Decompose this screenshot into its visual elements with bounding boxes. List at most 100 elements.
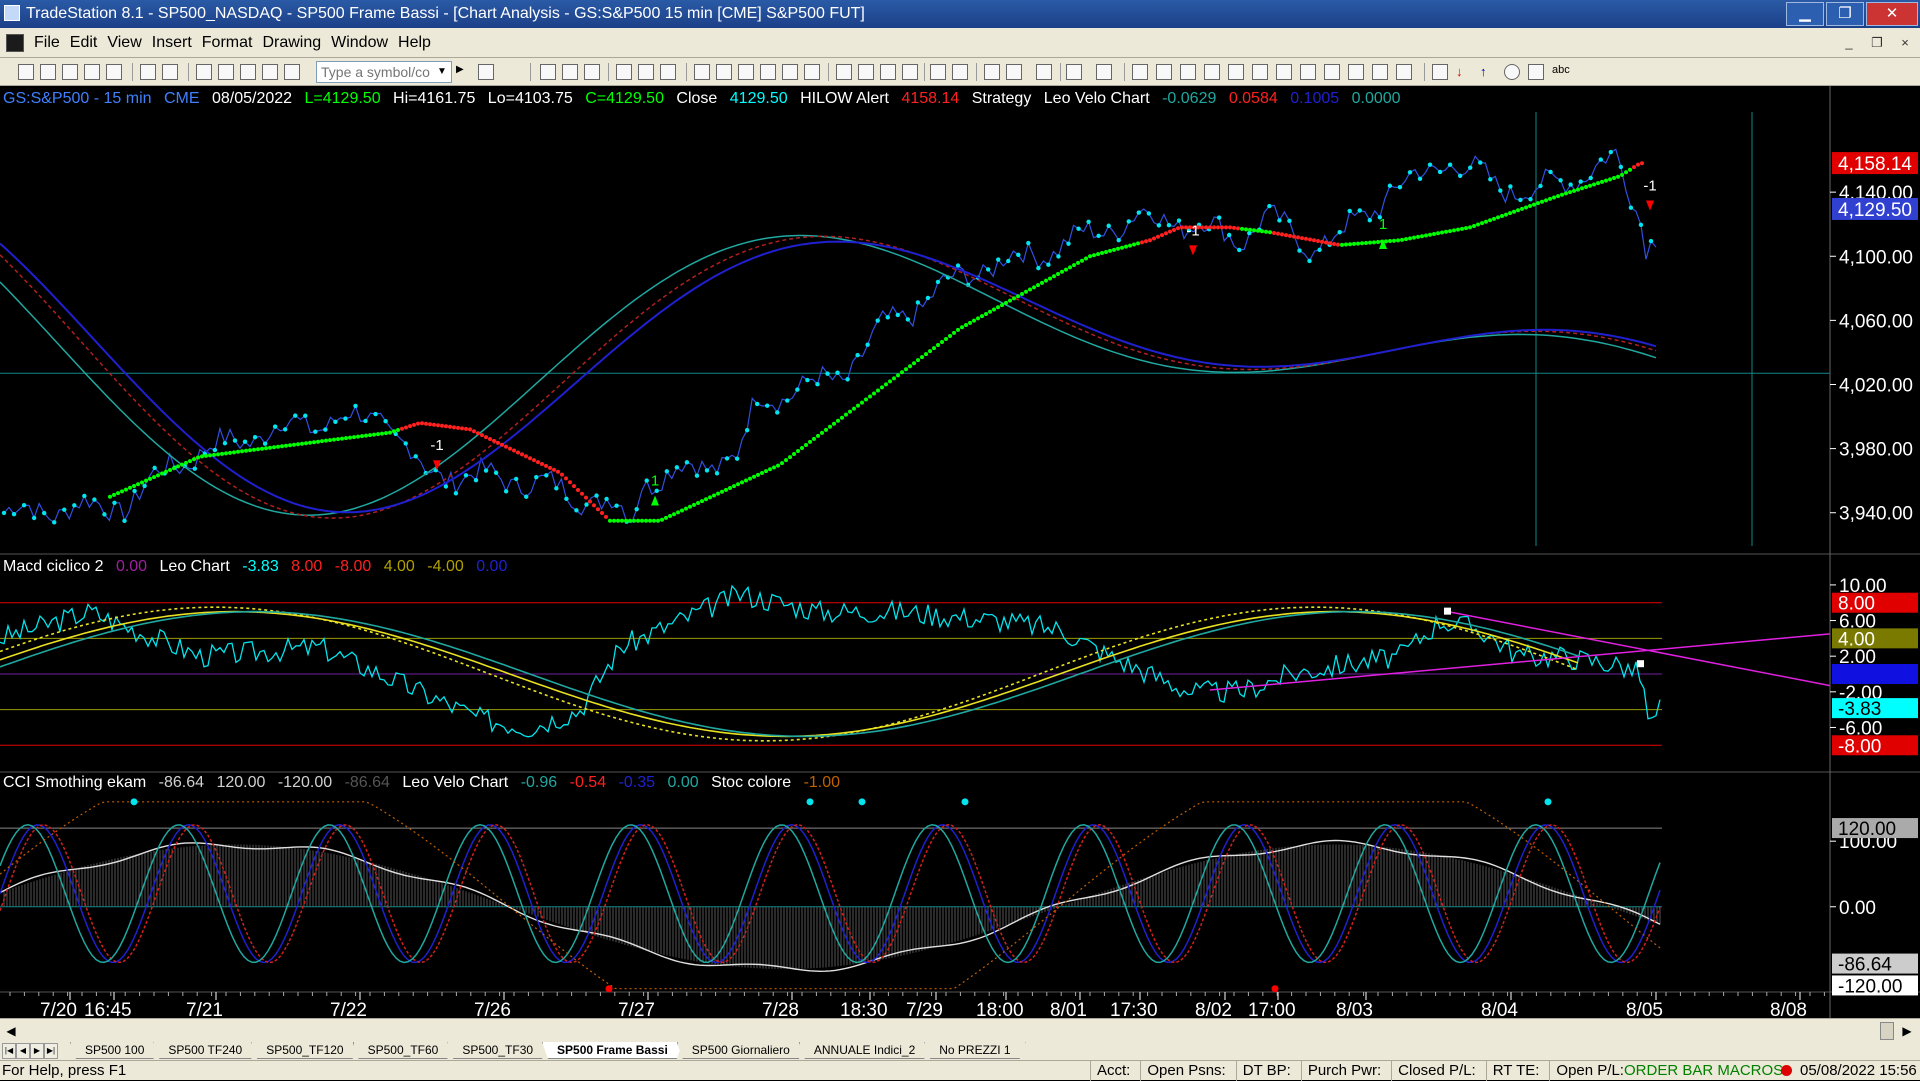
tab-next-icon[interactable]: ▶: [30, 1043, 44, 1059]
ellipse-icon[interactable]: [1504, 64, 1520, 80]
menu-file[interactable]: File: [34, 34, 70, 52]
chart-canvas[interactable]: 4,140.004,100.004,060.004,020.003,980.00…: [0, 86, 1920, 1020]
tab-last-icon[interactable]: ▶|: [44, 1043, 58, 1059]
go-arrow-icon[interactable]: ▶: [456, 64, 472, 80]
chart-icon[interactable]: [262, 64, 278, 80]
line-chart-icon[interactable]: [638, 64, 654, 80]
horizontal-lines-icon[interactable]: [1180, 64, 1196, 80]
bar-spacing-wide-icon[interactable]: [858, 64, 874, 80]
bar-spacing-narrow-icon[interactable]: [836, 64, 852, 80]
settings-icon[interactable]: [1036, 64, 1052, 80]
mdi-close-button[interactable]: ×: [1894, 34, 1916, 52]
scroll-thumb[interactable]: [1880, 1022, 1894, 1040]
window-icon[interactable]: [196, 64, 212, 80]
mdi-restore-button[interactable]: ❐: [1866, 34, 1888, 52]
scroll-right-icon[interactable]: [902, 64, 918, 80]
print-preview-icon[interactable]: [162, 64, 178, 80]
show-me-icon[interactable]: [782, 64, 798, 80]
parallel-lines-icon[interactable]: [1348, 64, 1364, 80]
data-window-icon[interactable]: [584, 64, 600, 80]
vertical-lines-icon[interactable]: [1156, 64, 1172, 80]
text-tool-icon[interactable]: abc: [1552, 64, 1578, 80]
new-icon[interactable]: [18, 64, 34, 80]
trendline-icon[interactable]: [1132, 64, 1148, 80]
lock-icon[interactable]: [1096, 64, 1112, 80]
scroll-left-arrow-icon[interactable]: ◀: [2, 1022, 20, 1040]
menu-window[interactable]: Window: [331, 34, 398, 52]
menu-insert[interactable]: Insert: [152, 34, 202, 52]
insert-study-icon[interactable]: [738, 64, 754, 80]
tab-sp500-giornaliero[interactable]: SP500 Giornaliero: [677, 1042, 805, 1059]
tab-prev-icon[interactable]: ◀: [16, 1043, 30, 1059]
ray-icon[interactable]: [1324, 64, 1340, 80]
tab-annuale-indici-2[interactable]: ANNUALE Indici_2: [799, 1042, 930, 1059]
insert-paintbar-icon[interactable]: [760, 64, 776, 80]
insert-indicator-icon[interactable]: [694, 64, 710, 80]
alert-icon[interactable]: [1066, 64, 1082, 80]
regression-channel-icon[interactable]: [1300, 64, 1316, 80]
menu-drawing[interactable]: Drawing: [262, 34, 331, 52]
hilow-dot-bull: [228, 450, 232, 455]
menu-format[interactable]: Format: [202, 34, 263, 52]
order-bar-macros[interactable]: ORDER BAR MACROS: [1624, 1061, 1783, 1081]
tab-sp500-100[interactable]: SP500 100: [70, 1042, 159, 1059]
format-window-icon[interactable]: [562, 64, 578, 80]
price-dot: [1176, 218, 1182, 223]
tab-sp500-frame-bassi[interactable]: SP500 Frame Bassi: [542, 1042, 683, 1059]
pricing-icon[interactable]: [804, 64, 820, 80]
menu-view[interactable]: View: [107, 34, 151, 52]
tab-sp500-tf60[interactable]: SP500_TF60: [353, 1042, 454, 1059]
tab-sp500-tf30[interactable]: SP500_TF30: [447, 1042, 548, 1059]
menu-edit[interactable]: Edit: [70, 34, 108, 52]
scroll-right-arrow-icon[interactable]: ▶: [1898, 1022, 1916, 1040]
grid-icon[interactable]: [240, 64, 256, 80]
chart-window-icon[interactable]: [6, 34, 24, 52]
scroll-left-icon[interactable]: [880, 64, 896, 80]
save-icon[interactable]: [62, 64, 78, 80]
pointer-icon[interactable]: [984, 64, 1000, 80]
open-icon[interactable]: [40, 64, 56, 80]
andrews-pitchfork-icon[interactable]: [1276, 64, 1292, 80]
tab-first-icon[interactable]: |◀: [2, 1043, 16, 1059]
freehand-icon[interactable]: [1432, 64, 1448, 80]
hilow-dot-bull: [128, 485, 132, 490]
down-arrow-icon[interactable]: ↓: [1456, 64, 1472, 80]
tab-no-prezzi-1[interactable]: No PREZZI 1: [924, 1042, 1025, 1059]
circle-arcs-icon[interactable]: [1396, 64, 1412, 80]
chart-horizontal-scrollbar[interactable]: ◀ ▶: [0, 1018, 1920, 1042]
symbol-dropdown-button[interactable]: ▼: [434, 62, 450, 82]
symbol-input[interactable]: [316, 61, 452, 83]
copy-icon[interactable]: [84, 64, 100, 80]
fib-arcs-icon[interactable]: [1372, 64, 1388, 80]
maximize-button[interactable]: ❐: [1826, 2, 1864, 26]
print-icon[interactable]: [140, 64, 156, 80]
zoom-out-icon[interactable]: [952, 64, 968, 80]
fibonacci-icon[interactable]: [1204, 64, 1220, 80]
short-entry-arrow-icon: [1189, 245, 1197, 256]
format-symbol-icon[interactable]: [540, 64, 556, 80]
drag-icon[interactable]: [1006, 64, 1022, 80]
menu-help[interactable]: Help: [398, 34, 441, 52]
bar-chart-icon[interactable]: [616, 64, 632, 80]
gann-fan-icon[interactable]: [1252, 64, 1268, 80]
paste-icon[interactable]: [106, 64, 122, 80]
trendline-anchor-handle[interactable]: [1444, 607, 1451, 615]
link-icon[interactable]: [218, 64, 234, 80]
minimize-button[interactable]: ▁: [1786, 2, 1824, 26]
tab-sp500-tf240[interactable]: SP500 TF240: [153, 1042, 257, 1059]
up-arrow-icon[interactable]: ↑: [1480, 64, 1496, 80]
mdi-minimize-button[interactable]: _: [1838, 34, 1860, 52]
speed-lines-icon[interactable]: [1228, 64, 1244, 80]
trendline-anchor-handle[interactable]: [1637, 660, 1644, 668]
zoom-in-icon[interactable]: [930, 64, 946, 80]
insert-strategy-icon[interactable]: [716, 64, 732, 80]
chart-analysis-window[interactable]: 4,140.00 4,100.00 4,060.00 4,020.00 3,980.00…: [0, 86, 1920, 1020]
lookup-icon[interactable]: [478, 64, 494, 80]
rectangle-icon[interactable]: [1528, 64, 1544, 80]
candlestick-icon[interactable]: [660, 64, 676, 80]
close-button[interactable]: ✕: [1866, 2, 1918, 26]
tradestation-app-icon[interactable]: [4, 5, 20, 21]
tab-sp500-tf120[interactable]: SP500_TF120: [251, 1042, 358, 1059]
hilow-dot-bear: [1292, 234, 1296, 239]
radar-icon[interactable]: [284, 64, 300, 80]
